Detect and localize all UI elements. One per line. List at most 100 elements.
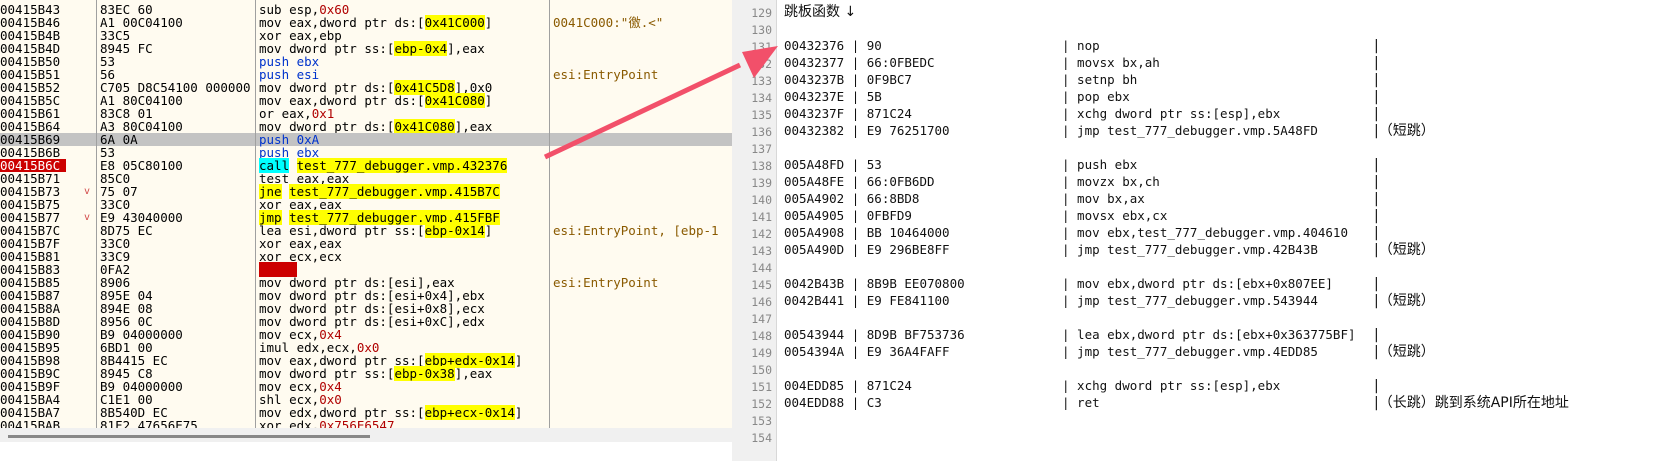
jump-arrow-icon: v xyxy=(84,186,91,197)
note-instruction: | jmp test_777_debugger.vmp.543944 xyxy=(1062,293,1318,308)
note-instruction: | movsx bx,ah xyxy=(1062,55,1160,70)
instruction-token: ],eax xyxy=(447,41,485,56)
note-remark: |（短跳） xyxy=(1374,293,1435,309)
disasm-comment: 0041C000:"徼.<" xyxy=(553,15,664,30)
note-remark: | xyxy=(1374,191,1379,207)
note-address-bytes: 005A48FD | 53 xyxy=(784,157,882,172)
note-remark: | xyxy=(1374,276,1379,292)
note-remark: |（长跳）跳到系统API所在地址 xyxy=(1374,395,1569,411)
line-number: 129 xyxy=(751,6,772,20)
disasm-comment: esi:EntryPoint xyxy=(553,67,659,82)
instruction-token: ],eax xyxy=(454,366,493,381)
note-remark: |（短跳） xyxy=(1374,242,1435,258)
note-address-bytes: 0054394A | E9 36A4FAFF xyxy=(784,344,950,359)
notes-editor[interactable]: 129 130 131 132 133 134 135 136 137 138 139 140 141 1… xyxy=(732,0,1663,461)
instruction-token: 0x756E6547 xyxy=(319,418,395,428)
disasm-address: 00415B69 xyxy=(0,133,61,146)
line-number: 154 xyxy=(751,431,772,445)
disasm-address: 00415BA4 xyxy=(0,393,61,406)
disasm-address: 00415B61 xyxy=(0,107,61,120)
instruction-token: ] xyxy=(484,223,493,238)
instruction-token: ] xyxy=(484,93,493,108)
column-divider xyxy=(549,0,550,428)
note-remark: | xyxy=(1374,174,1379,190)
disasm-comment: esi:EntryPoint xyxy=(553,275,659,290)
disasm-row[interactable]: 00415BAB 81F2 47656E75 xor edx,0x756E6547 xyxy=(0,419,732,428)
note-instruction: | movsx ebx,cx xyxy=(1062,208,1168,223)
instruction-token: xor edx, xyxy=(259,418,320,428)
note-address-bytes: 005A4902 | 66:8BD8 xyxy=(784,191,920,206)
line-number: 151 xyxy=(751,380,772,394)
disasm-address: 00415B71 xyxy=(0,172,61,185)
note-remark: | xyxy=(1374,157,1379,173)
note-remark: | xyxy=(1374,89,1379,105)
note-instruction: | xchg dword ptr ss:[esp],ebx xyxy=(1062,106,1281,121)
note-address-bytes: 00543944 | 8D9B BF753736 xyxy=(784,327,965,342)
scrollbar-thumb[interactable] xyxy=(8,435,370,438)
note-remark: | xyxy=(1374,106,1379,122)
instruction-token: 0x41C000 xyxy=(424,15,485,30)
note-remark: | xyxy=(1374,327,1379,343)
instruction-token: ] xyxy=(514,405,523,420)
disasm-address: 00415B8D xyxy=(0,315,61,328)
disasm-comment: esi:EntryPoint, [ebp-1 xyxy=(553,223,719,238)
line-number: 140 xyxy=(751,193,772,207)
disasm-address: 00415B51 xyxy=(0,68,61,81)
line-number: 135 xyxy=(751,108,772,122)
disasm-address: 00415BA7 xyxy=(0,406,61,419)
note-address-bytes: 004EDD88 | C3 xyxy=(784,395,882,410)
note-remark: |（短跳） xyxy=(1374,123,1435,139)
note-instruction: | push ebx xyxy=(1062,157,1138,172)
line-number: 130 xyxy=(751,23,772,37)
line-number: 132 xyxy=(751,57,772,71)
note-address-bytes: 004EDD85 | 871C24 xyxy=(784,378,912,393)
note-address-bytes: 0042B441 | E9 FE841100 xyxy=(784,293,950,308)
column-divider xyxy=(255,0,256,428)
disasm-address: 00415B98 xyxy=(0,354,61,367)
line-number: 150 xyxy=(751,363,772,377)
disasm-address: 00415B81 xyxy=(0,250,61,263)
disasm-address: 00415B77 xyxy=(0,211,61,224)
disasm-address: 00415B4B xyxy=(0,29,61,42)
instruction-token: 0x41C080 xyxy=(424,93,485,108)
note-remark: | xyxy=(1374,225,1379,241)
instruction-token: 0x41C080 xyxy=(394,119,455,134)
disasm-address: 00415B52 xyxy=(0,81,61,94)
disasm-address: 00415B7F xyxy=(0,237,61,250)
line-number: 144 xyxy=(751,261,772,275)
note-title: 跳板函数 ↓ xyxy=(784,4,857,20)
line-number: 136 xyxy=(751,125,772,139)
note-instruction: | mov bx,ax xyxy=(1062,191,1145,206)
note-instruction: | mov ebx,dword ptr ds:[ebx+0x807EE] xyxy=(1062,276,1333,291)
horizontal-scrollbar[interactable] xyxy=(0,428,732,442)
disasm-address: 00415B87 xyxy=(0,289,61,302)
line-number-gutter: 129 130 131 132 133 134 135 136 137 138 139 140 141 1… xyxy=(732,0,777,461)
note-instruction: | jmp test_777_debugger.vmp.5A48FD xyxy=(1062,123,1318,138)
note-instruction: | nop xyxy=(1062,38,1100,53)
note-address-bytes: 00432382 | E9 76251700 xyxy=(784,123,950,138)
disasm-address: 00415B95 xyxy=(0,341,61,354)
disasm-address: 00415B43 xyxy=(0,3,61,16)
note-address-bytes: 005A4905 | 0FBFD9 xyxy=(784,208,912,223)
disasm-address: 00415B9F xyxy=(0,380,61,393)
disasm-address: 00415B6B xyxy=(0,146,61,159)
disasm-address: 00415B90 xyxy=(0,328,61,341)
line-number: 152 xyxy=(751,397,772,411)
disassembly-view[interactable]: 00415B43 83EC 60 sub esp,0x60 00415B46 A1 00… xyxy=(0,0,732,428)
note-address-bytes: 005A4908 | BB 10464000 xyxy=(784,225,950,240)
line-number: 145 xyxy=(751,278,772,292)
disasm-address: 00415B7C xyxy=(0,224,61,237)
note-address-bytes: 0042B43B | 8B9B EE070800 xyxy=(784,276,965,291)
note-instruction: | xchg dword ptr ss:[esp],ebx xyxy=(1062,378,1281,393)
line-number: 131 xyxy=(751,40,772,54)
note-address-bytes: 00432377 | 66:0FBEDC xyxy=(784,55,935,70)
disasm-address: 00415B5C xyxy=(0,94,61,107)
line-number: 148 xyxy=(751,329,772,343)
instruction-token: ebp+ecx-0x14 xyxy=(424,405,515,420)
note-instruction: | pop ebx xyxy=(1062,89,1130,104)
note-remark: |（短跳） xyxy=(1374,344,1435,360)
note-line[interactable]: 跳板函数 ↓ xyxy=(784,3,856,21)
panel-gap xyxy=(0,442,732,461)
note-instruction: | jmp test_777_debugger.vmp.42B43B xyxy=(1062,242,1318,257)
note-address-bytes: 005A490D | E9 296BE8FF xyxy=(784,242,950,257)
